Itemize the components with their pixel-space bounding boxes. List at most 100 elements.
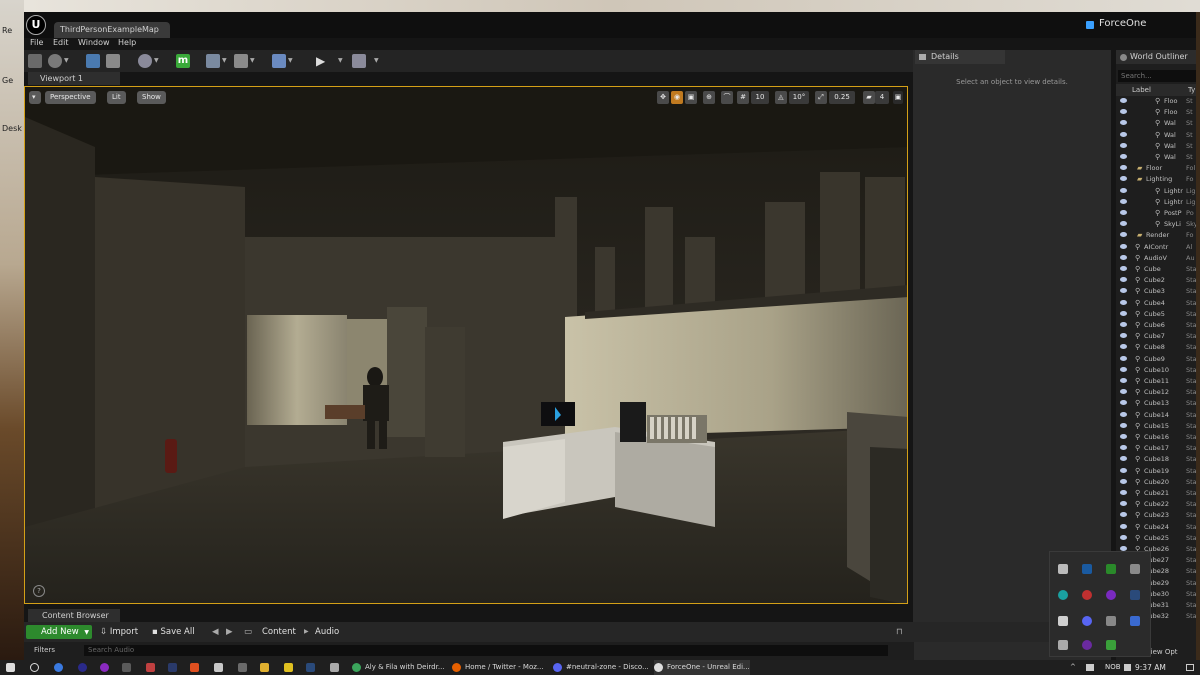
source-control-icon[interactable] <box>48 54 62 68</box>
eye-icon[interactable] <box>1120 299 1127 305</box>
eye-icon[interactable] <box>1120 434 1127 439</box>
obs-icon[interactable] <box>1106 590 1116 600</box>
app-icon[interactable] <box>330 663 339 672</box>
search-icon[interactable] <box>30 663 39 672</box>
scale-snap-icon[interactable]: ⤢ <box>815 91 827 104</box>
eye-icon[interactable] <box>1120 400 1127 406</box>
grid-snap-icon[interactable]: # <box>737 91 749 104</box>
show-button[interactable]: Show <box>137 91 166 104</box>
breadcrumb-audio[interactable]: Audio <box>315 625 339 639</box>
outliner-row[interactable]: ⚲ Cube4 Sta <box>1116 298 1196 309</box>
outliner-row[interactable]: ⚲ PostP Po <box>1116 208 1196 219</box>
eye-icon[interactable] <box>1120 232 1127 238</box>
outliner-row[interactable]: ⚲ Cube22 Sta <box>1116 499 1196 510</box>
translate-icon[interactable]: ✥ <box>657 91 669 104</box>
outliner-search-input[interactable]: Search... <box>1118 70 1196 82</box>
eye-icon[interactable] <box>1120 142 1127 148</box>
cinematics-icon[interactable] <box>206 54 220 68</box>
eye-icon[interactable] <box>1120 310 1127 316</box>
desktop-icon-label[interactable]: Re <box>2 26 12 35</box>
eye-icon[interactable] <box>1120 176 1127 182</box>
outliner-row[interactable]: ⚲ Cube14 Sta <box>1116 410 1196 421</box>
marketplace-icon[interactable] <box>106 54 120 68</box>
sync-icon[interactable] <box>1058 590 1068 600</box>
taskbar-app[interactable]: Aly & Fila with Deirdr... <box>352 660 446 675</box>
eye-icon[interactable] <box>1120 389 1127 395</box>
outliner-row[interactable]: ⚲ Cube6 Sta <box>1116 320 1196 331</box>
steam-icon[interactable] <box>306 663 315 672</box>
eye-icon[interactable] <box>1120 288 1127 294</box>
save-icon[interactable] <box>28 54 42 68</box>
lock-icon[interactable]: ⊓ <box>896 625 903 639</box>
camera-speed-icon[interactable]: ▰ <box>863 91 875 104</box>
eye-icon[interactable] <box>1120 445 1127 451</box>
outliner-row[interactable]: ⚲ Cube19 Sta <box>1116 466 1196 477</box>
app-icon[interactable] <box>238 663 247 672</box>
eye-icon[interactable] <box>1120 322 1127 327</box>
notification-icon[interactable] <box>1186 664 1194 671</box>
scale-icon[interactable]: ▣ <box>685 91 697 104</box>
outliner-row[interactable]: ⚲ Lightr Lig <box>1116 186 1196 197</box>
desktop-icon-label[interactable]: Ge <box>2 76 13 85</box>
chrome-icon[interactable] <box>54 663 63 672</box>
perspective-button[interactable]: Perspective <box>45 91 96 104</box>
eye-icon[interactable] <box>1120 378 1127 383</box>
maximize-viewport-icon[interactable]: ▣ <box>893 91 903 104</box>
details-tab[interactable]: Details <box>915 50 1005 64</box>
eye-icon[interactable] <box>1120 154 1127 159</box>
lit-button[interactable]: Lit <box>107 91 126 104</box>
record-icon[interactable] <box>1082 590 1092 600</box>
rotation-snap-value[interactable]: 10° <box>789 91 809 104</box>
eye-icon[interactable] <box>1120 266 1127 271</box>
eye-icon[interactable] <box>1120 243 1127 249</box>
app-icon[interactable] <box>284 663 293 672</box>
chevron-down-icon[interactable]: ▼ <box>154 57 159 64</box>
settings-icon[interactable] <box>138 54 152 68</box>
chevron-down-icon[interactable]: ▼ <box>222 57 227 64</box>
eye-icon[interactable] <box>1120 501 1127 507</box>
eye-icon[interactable] <box>1120 277 1127 283</box>
add-new-button[interactable]: Add New ▼ <box>26 625 92 639</box>
column-type-header[interactable]: Ty <box>1188 84 1195 96</box>
outliner-row[interactable]: ⚲ Cube20 Sta <box>1116 477 1196 488</box>
outliner-row[interactable]: ⚲ Cube18 Sta <box>1116 454 1196 465</box>
outliner-row[interactable]: ⚲ Cube Sta <box>1116 264 1196 275</box>
eye-icon[interactable] <box>1120 109 1127 115</box>
outliner-row[interactable]: ⚲ Cube13 Sta <box>1116 398 1196 409</box>
outliner-row[interactable]: ⚲ AudioV Au <box>1116 253 1196 264</box>
eye-icon[interactable] <box>1120 456 1127 462</box>
chevron-down-icon[interactable]: ▼ <box>64 57 69 64</box>
map-tab[interactable]: ThirdPersonExampleMap <box>54 22 170 38</box>
build-icon[interactable] <box>234 54 248 68</box>
network-icon[interactable] <box>1086 664 1094 671</box>
outliner-row[interactable]: ⚲ Floo St <box>1116 107 1196 118</box>
import-button[interactable]: ⇩ Import <box>100 625 138 639</box>
folder-icon[interactable] <box>260 663 269 672</box>
app-icon[interactable] <box>214 663 223 672</box>
eye-icon[interactable] <box>1120 221 1127 227</box>
eye-icon[interactable] <box>1120 490 1127 495</box>
chevron-down-icon[interactable]: ▼ <box>374 57 379 64</box>
outliner-row[interactable]: ⚲ Wal St <box>1116 130 1196 141</box>
eye-icon[interactable] <box>1120 131 1127 137</box>
outliner-row[interactable]: ⚲ Cube11 Sta <box>1116 376 1196 387</box>
world-outliner-tab[interactable]: World Outliner <box>1116 50 1196 64</box>
eye-icon[interactable] <box>1120 355 1127 361</box>
windows-start-icon[interactable] <box>6 663 15 672</box>
bluetooth-icon[interactable] <box>1130 616 1140 626</box>
save-all-button[interactable]: ▪ Save All <box>152 625 195 639</box>
speaker-icon[interactable] <box>1124 664 1131 671</box>
eye-icon[interactable] <box>1120 187 1127 193</box>
menu-edit[interactable]: Edit <box>53 38 69 47</box>
taskbar-app[interactable]: Home / Twitter - Moz... <box>452 660 548 675</box>
back-icon[interactable]: ◀ <box>212 625 219 639</box>
outliner-row[interactable]: ⚲ Cube5 Sta <box>1116 309 1196 320</box>
dropbox-icon[interactable] <box>1082 564 1092 574</box>
chevron-down-icon[interactable]: ▼ <box>250 57 255 64</box>
eye-icon[interactable] <box>1120 254 1127 260</box>
outliner-row[interactable]: ⚲ Wal St <box>1116 152 1196 163</box>
camera-speed-value[interactable]: 4 <box>875 91 889 104</box>
controller-icon[interactable] <box>1058 616 1068 626</box>
language-indicator[interactable]: NOB <box>1105 660 1121 675</box>
steam-icon[interactable] <box>1130 590 1140 600</box>
